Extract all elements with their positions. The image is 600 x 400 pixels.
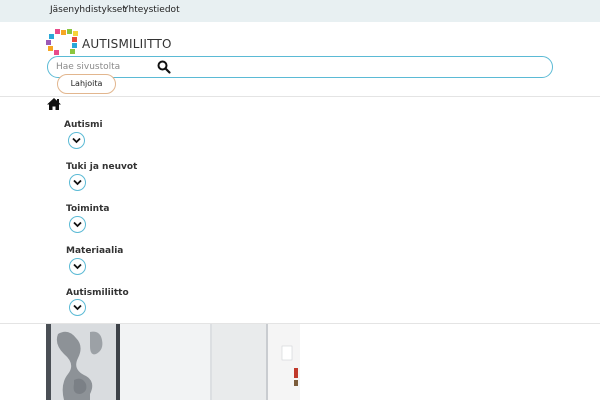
hero-image — [46, 324, 300, 400]
nav-expand-materiaalia[interactable] — [69, 258, 86, 275]
topbar-link-member-associations[interactable]: Jäsenyhdistykset — [50, 5, 126, 15]
logo-mark-icon — [46, 29, 78, 55]
nav-item-autismiliitto[interactable]: Autismiliitto — [66, 288, 129, 298]
site-logo[interactable]: AUTISMILIITTO — [46, 29, 176, 55]
search-placeholder[interactable]: Hae sivustolta — [56, 62, 120, 72]
chevron-down-icon — [73, 221, 82, 228]
nav-item-materiaalia[interactable]: Materiaalia — [66, 246, 123, 256]
nav-item-toiminta[interactable]: Toiminta — [66, 204, 109, 214]
nav-expand-tuki-ja-neuvot[interactable] — [69, 174, 86, 191]
search-box[interactable]: Hae sivustolta — [47, 56, 553, 78]
hero-photo — [46, 324, 300, 400]
chevron-down-icon — [73, 263, 82, 270]
logo-wordmark: AUTISMILIITTO — [82, 37, 172, 51]
nav-expand-autismi[interactable] — [68, 132, 85, 149]
search-icon[interactable] — [156, 59, 172, 75]
header-divider — [0, 96, 600, 97]
home-icon[interactable] — [46, 97, 62, 111]
donate-button[interactable]: Lahjoita — [57, 74, 116, 94]
nav-item-tuki-ja-neuvot[interactable]: Tuki ja neuvot — [66, 162, 137, 172]
chevron-down-icon — [73, 304, 82, 311]
chevron-down-icon — [72, 137, 81, 144]
chevron-down-icon — [73, 179, 82, 186]
topbar-link-contact[interactable]: Yhteystiedot — [123, 5, 180, 15]
top-utility-bar: Jäsenyhdistykset Yhteystiedot — [0, 0, 600, 22]
nav-expand-toiminta[interactable] — [69, 216, 86, 233]
nav-item-autismi[interactable]: Autismi — [64, 120, 103, 130]
nav-expand-autismiliitto[interactable] — [69, 299, 86, 316]
